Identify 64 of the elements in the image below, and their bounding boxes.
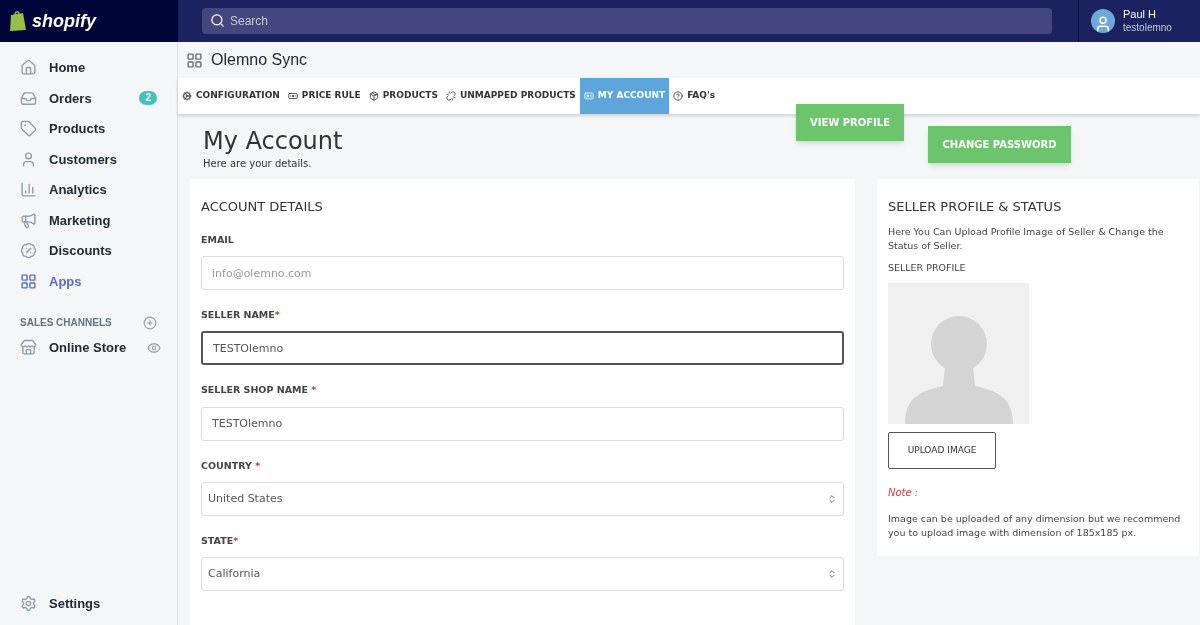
sidebar-item[interactable]: Analytics	[0, 176, 177, 204]
home-icon	[20, 59, 37, 77]
store-name: testolemno	[1123, 21, 1172, 35]
shopping-bag-logo-icon	[8, 10, 28, 32]
apps-grid-icon	[20, 272, 37, 290]
id-card-icon	[583, 91, 594, 102]
search-icon	[210, 13, 225, 28]
search-field[interactable]: Search	[202, 8, 1052, 34]
sidebar-item[interactable]: Discounts	[0, 237, 177, 265]
gear-icon	[182, 91, 192, 102]
section-heading: SALES CHANNELS	[20, 316, 112, 330]
updown-caret-icon	[827, 569, 837, 579]
sidebar-item[interactable]: Apps	[0, 267, 177, 295]
percent-badge-icon	[20, 242, 37, 260]
tab[interactable]: PRODUCTS	[364, 78, 442, 115]
note-label: Note :	[888, 486, 920, 500]
megaphone-icon	[20, 211, 37, 229]
input-field[interactable]: info@olemno.com	[201, 256, 844, 290]
sidebar-item[interactable]: Orders 2	[0, 84, 177, 112]
input-field[interactable]: TESTOlemno	[201, 406, 844, 441]
section-label: SELLER PROFILE	[888, 260, 967, 275]
field-label: SELLER SHOP NAME *	[201, 383, 318, 398]
note-text: Image can be uploaded of any dimension but we recommend you to upload image with dimension of 185x185 px.	[888, 512, 1182, 540]
banknote-icon	[287, 91, 298, 102]
settings-item[interactable]: Settings	[0, 593, 177, 613]
sidebar-item[interactable]: Home	[0, 54, 177, 82]
sidebar-item[interactable]: Marketing	[0, 206, 177, 234]
page-heading: My Account	[203, 126, 343, 157]
avatar-icon[interactable]	[1091, 9, 1115, 33]
tab[interactable]: CONFIGURATION	[178, 78, 284, 115]
person-icon	[20, 150, 37, 168]
question-icon	[673, 91, 684, 102]
field-label: STATE*	[201, 533, 240, 548]
store-icon	[20, 339, 37, 357]
eye-icon[interactable]	[147, 340, 161, 355]
card-description: Here You Can Upload Profile Image of Seller & Change the Status of Seller.	[888, 224, 1165, 253]
app-title: Olemno Sync	[211, 50, 308, 71]
page-subheading: Here are your details.	[203, 157, 313, 172]
inbox-icon	[20, 89, 37, 107]
user-name: Paul H	[1123, 7, 1158, 22]
sidebar-item[interactable]: Online Store	[0, 334, 147, 362]
bar-chart-icon	[20, 181, 37, 199]
tab[interactable]: PRICE RULE	[283, 78, 365, 115]
settings-icon	[20, 594, 37, 612]
select-field[interactable]: United States	[201, 481, 844, 516]
box-icon	[368, 91, 379, 102]
field-label: COUNTRY *	[201, 458, 262, 473]
input-field[interactable]: TESTOlemno	[201, 331, 844, 366]
add-circle-icon[interactable]	[143, 315, 157, 330]
field-label: EMAIL	[201, 232, 235, 247]
select-field[interactable]: California	[201, 557, 844, 591]
unlink-icon	[445, 91, 456, 102]
sidebar-item[interactable]: Customers	[0, 145, 177, 173]
count-badge: 2	[139, 91, 157, 106]
card-title: ACCOUNT DETAILS	[201, 198, 324, 217]
upload-image-button[interactable]: UPLOAD IMAGE	[888, 432, 996, 469]
card-title: SELLER PROFILE & STATUS	[888, 198, 1063, 217]
field-label: SELLER NAME*	[201, 308, 281, 322]
sidebar-item[interactable]: Products	[0, 115, 177, 143]
updown-caret-icon	[827, 493, 837, 504]
tab[interactable]: UNMAPPED PRODUCTS	[441, 78, 580, 115]
apps-grid-icon	[186, 51, 203, 69]
tab[interactable]: FAQ's	[669, 78, 720, 115]
tag-icon	[20, 120, 37, 138]
